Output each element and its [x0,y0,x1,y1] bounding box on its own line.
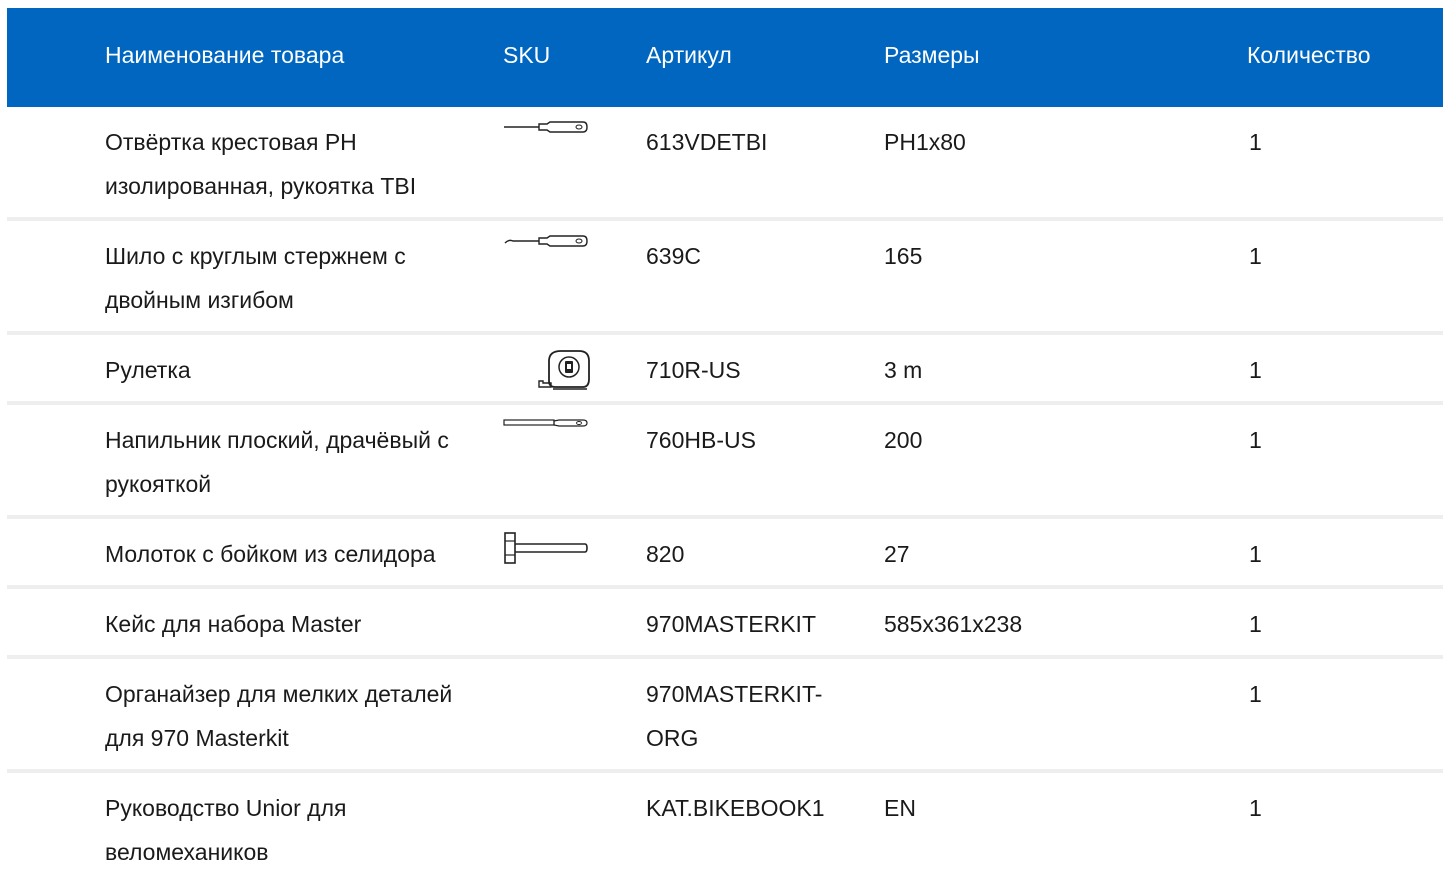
product-name: Органайзер для мелких деталей для 970 Ma… [105,681,453,751]
product-size: PH1x80 [884,129,966,155]
product-name: Рулетка [105,357,191,383]
article-number: 613VDETBI [646,129,768,155]
column-header-name: Наименование товара [105,42,345,68]
awl-icon [503,233,593,273]
table-row: Рулетка 710R-US 3 m 1 [7,335,1443,405]
product-table: Наименование товара SKU Артикул Размеры … [7,8,1443,877]
table-row: Органайзер для мелких деталей для 970 Ma… [7,659,1443,773]
column-header-quantity: Количество [1247,42,1371,68]
product-size: 165 [884,243,923,269]
product-name: Кейс для набора Master [105,611,362,637]
table-row: Шило с круглым стержнем с двойным изгибо… [7,221,1443,335]
table-header: Наименование товара SKU Артикул Размеры … [7,8,1443,107]
article-number: 639C [646,243,701,269]
column-header-sku: SKU [503,42,551,68]
product-size: 3 m [884,357,923,383]
column-header-size: Размеры [884,42,980,68]
article-number: 760HB-US [646,427,756,453]
article-number: 970MASTERKIT [646,611,816,637]
product-size: 200 [884,427,923,453]
product-name: Отвёртка крестовая PH изолированная, рук… [105,129,417,199]
product-quantity: 1 [1249,611,1262,637]
article-number: KAT.BIKEBOOK1 [646,795,825,821]
product-name: Напильник плоский, драчёвый с рукояткой [105,427,449,497]
product-quantity: 1 [1249,427,1262,453]
article-number: 710R-US [646,357,741,383]
table-row: Напильник плоский, драчёвый с рукояткой … [7,405,1443,519]
product-quantity: 1 [1249,681,1262,707]
article-number: 820 [646,541,685,567]
table-row: Отвёртка крестовая PH изолированная, рук… [7,107,1443,221]
column-header-article: Артикул [646,42,732,68]
file-icon [503,417,593,457]
article-number: 970MASTERKIT-ORG [646,681,823,751]
product-quantity: 1 [1249,541,1262,567]
product-name: Шило с круглым стержнем с двойным изгибо… [105,243,406,313]
tape-measure-icon [503,347,593,390]
product-quantity: 1 [1249,357,1262,383]
product-quantity: 1 [1249,243,1262,269]
product-quantity: 1 [1249,129,1262,155]
table-row: Кейс для набора Master 970MASTERKIT 585x… [7,589,1443,659]
table-row: Молоток с бойком из селидора 820 27 1 [7,519,1443,589]
table-row: Руководство Unior для веломехаников KAT.… [7,773,1443,877]
product-name: Руководство Unior для веломехаников [105,795,347,865]
screwdriver-icon [503,119,593,159]
hammer-icon [503,531,593,571]
product-size: 27 [884,541,910,567]
product-size: 585x361x238 [884,611,1023,637]
product-quantity: 1 [1249,795,1262,821]
product-name: Молоток с бойком из селидора [105,541,436,567]
product-size: EN [884,795,916,821]
